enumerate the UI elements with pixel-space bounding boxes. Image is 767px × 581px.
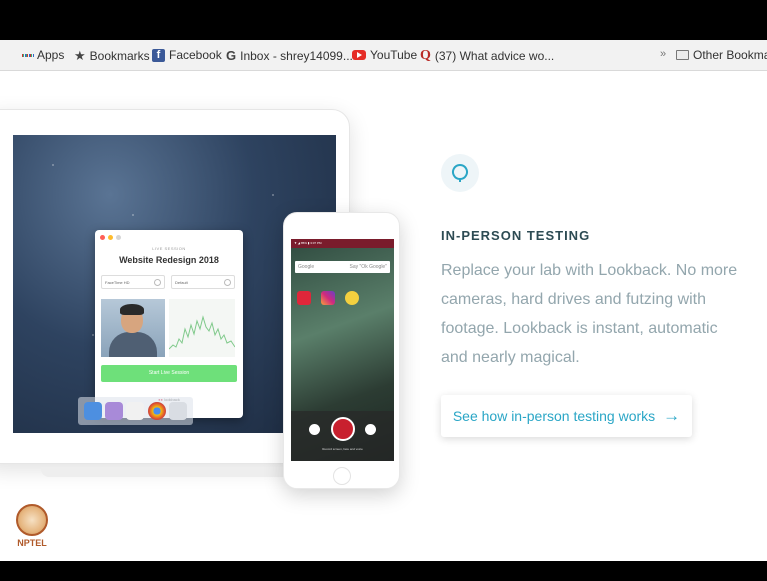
feature-heading: IN-PERSON TESTING [441,228,591,243]
laptop-base [41,467,291,477]
select-toggle-icon [224,279,231,286]
phone-illustration: ▼ ◢ 85% ▮ 3:07 PM Google Say "Ok Google"… [283,212,400,489]
feature-description: Replace your lab with Lookback. No more … [441,262,738,366]
bookmarks-overflow[interactable]: » [660,48,666,60]
live-session-label: LIVE SESSION [152,246,186,251]
arrow-right-icon: → [663,406,681,425]
phone-google-search: Google Say "Ok Google" [295,261,390,273]
phone-search-logo: Google [298,264,315,270]
apps-grid-icon [22,50,33,61]
calendar-icon [126,402,145,420]
session-title: Website Redesign 2018 [119,255,219,265]
phone-status-bar: ▼ ◢ 85% ▮ 3:07 PM [291,239,394,248]
chrome-icon [147,402,166,420]
nptel-watermark: NPTEL [14,504,50,548]
nptel-label: NPTEL [17,538,47,548]
bookmark-youtube[interactable]: YouTube [352,48,417,62]
bookmark-inbox[interactable]: G Inbox - shrey14099... [226,48,353,63]
audio-select-value: Default [175,280,188,285]
google-icon: G [226,48,237,63]
trash-icon [169,402,188,420]
lookback-app-icon [297,291,311,305]
finder-icon [83,402,102,420]
record-controls: Record screen, face and voice [291,411,394,461]
youtube-icon [352,50,366,60]
speech-bubble-icon [441,154,479,192]
page-content: LIVE SESSION Website Redesign 2018 FaceT… [0,71,767,561]
menu-icon [365,424,376,435]
bookmark-facebook[interactable]: f Facebook [152,48,222,62]
nptel-logo [16,504,48,536]
record-button [331,417,355,441]
bookmark-apps[interactable]: Apps [22,48,64,62]
emoji-app-icon [345,291,359,305]
bookmark-bookmarks-label: Bookmarks [89,49,150,63]
facebook-icon: f [152,48,165,62]
phone-search-hint: Say "Ok Google" [349,264,387,270]
window-controls [100,235,121,240]
bookmark-other[interactable]: Other Bookmarks [676,48,767,62]
bookmark-other-label: Other Bookmarks [693,48,767,62]
select-toggle-icon [154,279,161,286]
camera-select: FaceTime HD [101,275,165,289]
bookmark-bookmarks[interactable]: ★ Bookmarks [74,48,150,64]
see-how-testing-works-button[interactable]: See how in-person testing works → [441,395,692,437]
bookmarks-bar: Apps ★ Bookmarks f Facebook G Inbox - sh… [0,40,767,71]
camera-select-value: FaceTime HD [105,280,130,285]
cta-label: See how in-person testing works [452,408,656,424]
phone-screen: ▼ ◢ 85% ▮ 3:07 PM Google Say "Ok Google"… [291,239,394,461]
lookback-app-window: LIVE SESSION Website Redesign 2018 FaceT… [95,230,243,418]
audio-waveform [169,299,235,357]
bookmark-facebook-label: Facebook [169,48,222,62]
preview-icon [105,402,124,420]
bookmark-quora-label: (37) What advice wo... [434,49,555,63]
bookmark-apps-label: Apps [37,48,65,62]
stop-icon [309,424,320,435]
bookmark-inbox-label: Inbox - shrey14099... [240,48,353,63]
quora-icon: Q [420,48,431,63]
audio-select: Default [171,275,235,289]
folder-icon [676,50,689,60]
double-chevron-icon: » [660,48,667,60]
record-caption: Record screen, face and voice [322,447,363,451]
mac-dock [78,397,193,425]
instagram-icon [321,291,335,305]
bottom-letterbox [0,561,767,581]
bookmark-youtube-label: YouTube [370,48,418,62]
top-letterbox [0,0,767,40]
webcam-preview [101,299,165,357]
star-icon: ★ [74,48,86,63]
phone-home-button [333,467,351,485]
bookmark-quora[interactable]: Q (37) What advice wo... [420,48,554,64]
start-live-session-button: Start Live Session [101,365,237,382]
